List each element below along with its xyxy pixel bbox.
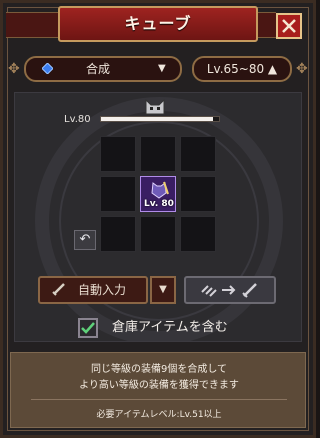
ornament-right-icon: ✥ [296,61,308,77]
auto-input-label: 自動入力 [78,283,127,297]
auto-input-dropdown[interactable]: ▼ [150,276,176,304]
return-button[interactable]: ↶ [74,230,96,250]
material-slot-6[interactable] [180,176,216,212]
include-storage-checkbox[interactable] [78,318,98,338]
item-level: Lv. 80 [144,199,174,209]
description-line-1: 同じ等級の装備9個を合成して [90,364,228,375]
cube-level-bar [100,116,220,122]
cube-level-fill [101,117,214,121]
close-button[interactable] [276,13,302,39]
armor-item-icon [151,181,169,199]
info-box: 同じ等級の装備9個を合成して より高い等級の装備を獲得できます 必要アイテムレベ… [10,352,306,428]
ornament-left-icon: ✥ [8,61,20,77]
level-range-dropdown[interactable]: Lv.65~80 ▲ [192,56,292,82]
material-slot-7[interactable] [100,216,136,252]
cat-mascot-icon [145,98,165,115]
chevron-down-icon: ▼ [158,63,166,74]
cube-level-label: Lv.80 [64,114,91,125]
material-slot-2[interactable] [140,136,176,172]
description-line-2: より高い等級の装備を獲得できます [79,380,239,391]
mode-dropdown[interactable]: 合成 ▼ [24,56,182,82]
close-icon [282,19,296,33]
include-storage-label: 倉庫アイテムを含む [112,320,228,335]
material-slot-4[interactable] [100,176,136,212]
requirement-text: 必要アイテムレベル:Lv.51以上 [96,410,222,420]
divider [31,399,287,400]
swap-to-sword-icon [201,283,257,298]
material-slot-9[interactable] [180,216,216,252]
description-text: 同じ等級の装備9個を合成して より高い等級の装備を獲得できます [11,362,307,394]
material-grid: Lv. 80 [100,136,216,252]
material-slot-8[interactable] [140,216,176,252]
banner-wing-left [6,12,64,38]
auto-input-button[interactable]: 自動入力 [38,276,148,304]
mode-value: 合成 [86,62,111,76]
combine-button[interactable] [184,276,276,304]
level-range-value: Lv.65~80 ▲ [206,62,278,76]
material-slot-3[interactable] [180,136,216,172]
window-title: キューブ [124,14,192,33]
material-slot-5[interactable]: Lv. 80 [140,176,176,212]
chevron-down-icon: ▼ [159,284,167,295]
checkmark-icon [81,322,95,334]
blue-gem-icon [42,63,53,74]
material-slot-1[interactable] [100,136,136,172]
sword-icon [52,283,65,296]
undo-icon: ↶ [79,232,91,247]
